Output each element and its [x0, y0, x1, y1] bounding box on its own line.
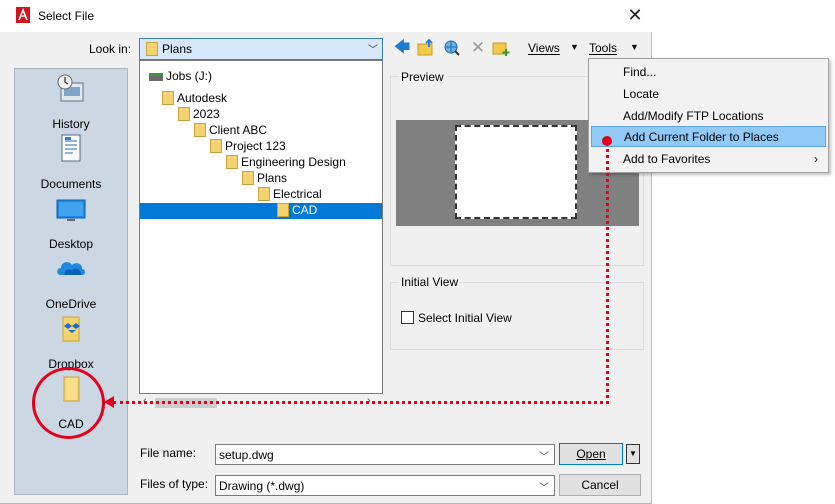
place-documents[interactable]: Documents: [15, 133, 127, 193]
tree-item-label: Electrical: [273, 187, 322, 201]
tree-item-selected[interactable]: CAD: [277, 203, 317, 219]
file-type-label: Files of type:: [140, 477, 209, 491]
tree-item-drive[interactable]: Jobs (J:): [149, 69, 212, 85]
menu-item-find[interactable]: Find...: [591, 62, 826, 83]
initial-view-title: Initial View: [399, 275, 461, 289]
menu-item-label: Add/Modify FTP Locations: [623, 109, 764, 123]
tree-item-label: CAD: [292, 203, 318, 217]
menu-item-add-folder-to-places[interactable]: Add Current Folder to Places: [591, 126, 826, 147]
tools-dropdown-icon[interactable]: ▼: [630, 42, 639, 52]
menu-item-label: Locate: [623, 87, 660, 101]
folder-icon: [178, 107, 190, 121]
folder-icon: [226, 155, 238, 169]
title-bar: Select File ✕: [0, 0, 652, 32]
select-initial-view-checkbox[interactable]: [401, 311, 414, 324]
folder-icon: [258, 187, 270, 201]
file-type-select[interactable]: Drawing (*.dwg) ﹀: [215, 475, 555, 496]
tree-item-folder[interactable]: Engineering Design: [226, 155, 346, 171]
up-folder-icon[interactable]: [417, 38, 435, 58]
place-dropbox[interactable]: Dropbox: [15, 313, 127, 373]
chevron-down-icon[interactable]: ﹀: [539, 448, 549, 463]
tree-item-label: Jobs (J:): [166, 69, 213, 83]
selected-row-highlight: [140, 203, 382, 219]
chevron-down-icon: ﹀: [368, 45, 378, 56]
folder-icon: [277, 203, 289, 217]
folder-icon: [210, 139, 222, 153]
tree-item-label: Engineering Design: [241, 155, 346, 169]
tools-context-menu: Find... Locate Add/Modify FTP Locations …: [588, 58, 829, 173]
tree-item-label: 2023: [193, 107, 220, 121]
submenu-arrow-icon: ›: [814, 152, 818, 166]
tree-item-label: Project 123: [225, 139, 286, 153]
tree-item-label: Autodesk: [177, 91, 228, 105]
annotation-line-vertical: [606, 142, 609, 404]
tree-item-folder[interactable]: 2023: [178, 107, 220, 123]
open-button[interactable]: Open: [559, 443, 623, 465]
drive-icon: [149, 73, 163, 81]
desktop-icon: [56, 199, 86, 221]
place-history[interactable]: History: [15, 73, 127, 133]
file-name-value: setup.dwg: [219, 448, 274, 462]
menu-item-add-to-favorites[interactable]: Add to Favorites ›: [591, 149, 826, 170]
tree-item-folder[interactable]: Electrical: [258, 187, 322, 203]
window-title: Select File: [38, 9, 95, 23]
place-label: Documents: [40, 177, 102, 191]
menu-item-label: Add to Favorites: [623, 152, 711, 166]
menu-item-locate[interactable]: Locate: [591, 84, 826, 105]
search-web-icon[interactable]: [443, 38, 461, 58]
preview-title: Preview: [399, 70, 446, 84]
file-type-value: Drawing (*.dwg): [219, 479, 305, 493]
tree-item-folder[interactable]: Plans: [242, 171, 287, 187]
tree-item-label: Client ABC: [209, 123, 268, 137]
delete-icon[interactable]: ✕: [469, 38, 487, 58]
documents-icon: [61, 134, 81, 162]
tree-item-label: Plans: [257, 171, 288, 185]
cancel-button-label: Cancel: [581, 478, 619, 492]
select-initial-view-label: Select Initial View: [418, 311, 512, 325]
history-icon: [57, 74, 84, 102]
onedrive-icon: [57, 262, 85, 275]
tree-item-folder[interactable]: Project 123: [210, 139, 286, 155]
place-onedrive[interactable]: OneDrive: [15, 253, 127, 313]
look-in-value: Plans: [162, 42, 193, 56]
menu-item-label: Add Current Folder to Places: [624, 130, 779, 144]
annotation-circle: [32, 367, 105, 439]
annotation-line-horizontal: [113, 401, 609, 404]
tree-item-folder[interactable]: Autodesk: [162, 91, 227, 107]
menu-item-label: Find...: [623, 65, 657, 79]
place-label: Desktop: [48, 237, 94, 251]
file-name-label: File name:: [140, 446, 197, 460]
close-icon[interactable]: ✕: [622, 4, 648, 28]
preview-thumbnail: [455, 125, 577, 219]
annotation-start-dot: [602, 136, 612, 146]
look-in-label: Look in:: [89, 42, 132, 56]
file-name-field[interactable]: setup.dwg ﹀: [215, 444, 555, 465]
place-label: History: [52, 117, 90, 131]
select-file-dialog: Select File ✕ Look in: Plans ﹀ 🡄 ✕ Views…: [0, 0, 652, 504]
place-label: OneDrive: [45, 297, 97, 311]
tree-item-folder[interactable]: Client ABC: [194, 123, 267, 139]
place-desktop[interactable]: Desktop: [15, 193, 127, 253]
views-dropdown-icon[interactable]: ▼: [570, 42, 579, 52]
folder-icon: [162, 91, 174, 105]
views-menu-button[interactable]: Views: [528, 41, 560, 55]
open-options-dropdown-icon[interactable]: ▼: [626, 444, 640, 464]
back-arrow-icon[interactable]: 🡄: [393, 38, 411, 58]
chevron-down-icon[interactable]: ﹀: [539, 479, 549, 494]
folder-icon: [242, 171, 254, 185]
look-in-combobox[interactable]: Plans ﹀: [139, 38, 383, 60]
tools-menu-button[interactable]: Tools: [589, 41, 617, 55]
menu-item-ftp-locations[interactable]: Add/Modify FTP Locations: [591, 106, 826, 127]
create-folder-icon[interactable]: [492, 38, 510, 58]
open-button-label: Open: [576, 447, 606, 461]
folder-icon: [194, 123, 206, 137]
cancel-button[interactable]: Cancel: [559, 474, 641, 496]
folder-icon: [146, 42, 158, 56]
autocad-app-icon: [16, 7, 30, 23]
dropbox-icon: [62, 316, 80, 342]
look-in-dropdown-list: Jobs (J:) Autodesk 2023 Client ABC Proje…: [139, 60, 383, 394]
annotation-arrowhead: [104, 396, 114, 408]
